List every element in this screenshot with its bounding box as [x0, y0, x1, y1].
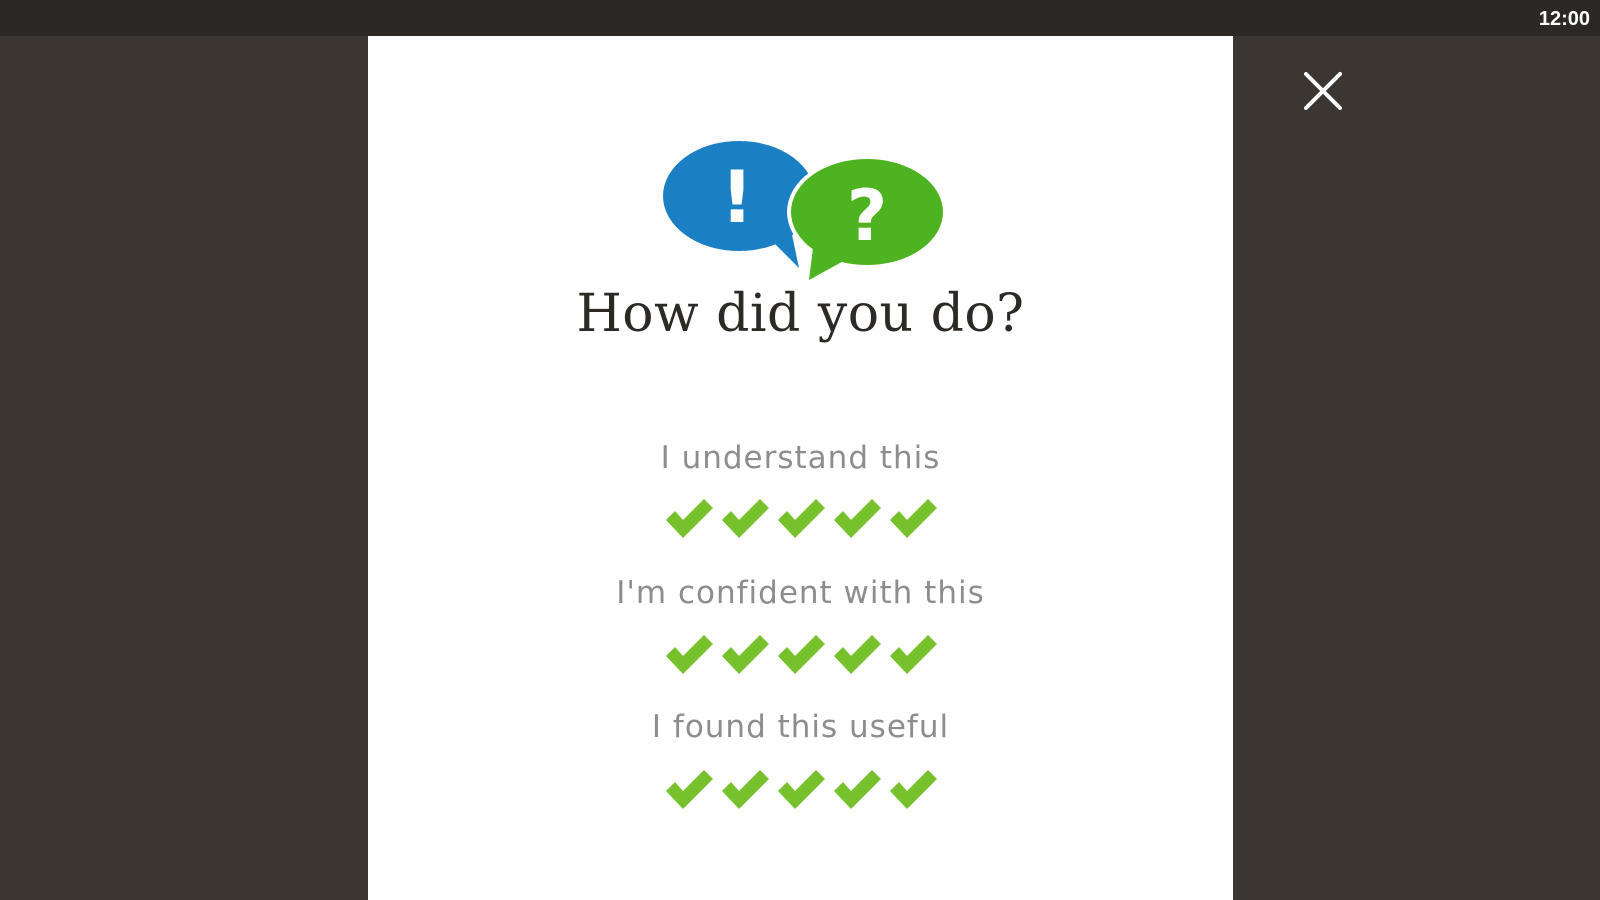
checkmark-icon[interactable] — [663, 496, 715, 540]
checkmark-icon[interactable] — [887, 632, 939, 676]
status-time: 12:00 — [1538, 8, 1590, 30]
checkmark-icon[interactable] — [719, 632, 771, 676]
logo-right-symbol: ? — [847, 175, 888, 257]
rating-checks-confident — [663, 632, 939, 676]
feedback-dialog: ! ? How did you do? I understand this I'… — [368, 36, 1233, 900]
checkmark-icon[interactable] — [887, 767, 939, 811]
close-icon — [1304, 72, 1342, 110]
rating-label-understand: I understand this — [660, 440, 941, 476]
speech-bubbles-icon: ! ? — [663, 140, 949, 282]
rating-label-useful: I found this useful — [651, 709, 950, 745]
rating-checks-useful — [663, 767, 939, 811]
status-bar: 12:00 — [0, 0, 1600, 36]
checkmark-icon[interactable] — [831, 496, 883, 540]
checkmark-icon[interactable] — [831, 632, 883, 676]
checkmark-icon[interactable] — [663, 767, 715, 811]
dialog-title: How did you do? — [576, 284, 1025, 344]
rating-label-confident: I'm confident with this — [616, 575, 985, 611]
rating-checks-understand — [663, 496, 939, 540]
checkmark-icon[interactable] — [887, 496, 939, 540]
logo-left-symbol: ! — [721, 155, 754, 239]
checkmark-icon[interactable] — [831, 767, 883, 811]
close-button[interactable] — [1300, 68, 1346, 114]
checkmark-icon[interactable] — [775, 767, 827, 811]
checkmark-icon[interactable] — [719, 767, 771, 811]
checkmark-icon[interactable] — [719, 496, 771, 540]
checkmark-icon[interactable] — [775, 496, 827, 540]
checkmark-icon[interactable] — [663, 632, 715, 676]
checkmark-icon[interactable] — [775, 632, 827, 676]
